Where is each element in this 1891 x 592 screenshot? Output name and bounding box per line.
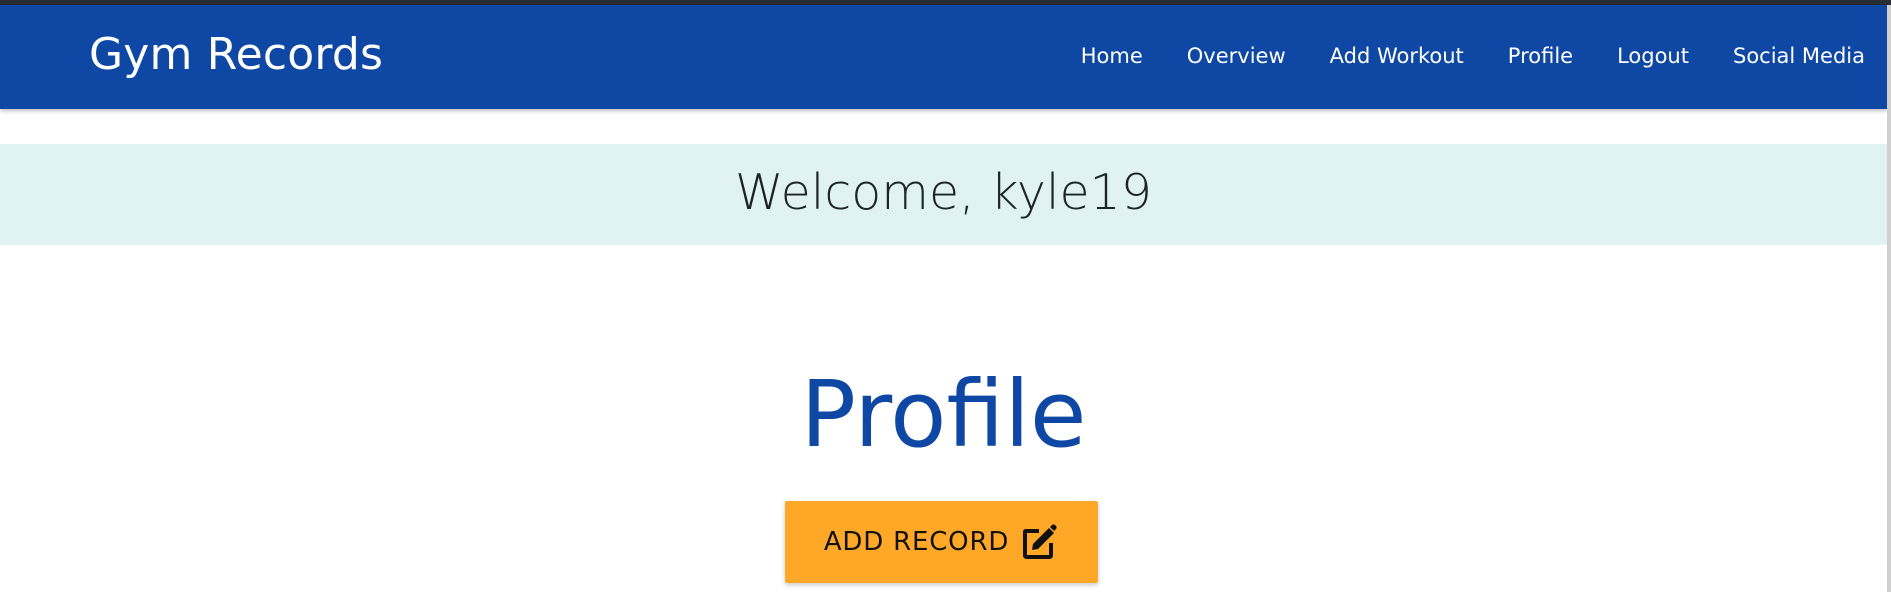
page-title: Profile (800, 361, 1087, 468)
page: Gym Records Home Overview Add Workout Pr… (0, 0, 1891, 592)
nav-links: Home Overview Add Workout Profile Logout… (1081, 41, 1865, 71)
nav-link-profile[interactable]: Profile (1508, 41, 1573, 71)
navbar: Gym Records Home Overview Add Workout Pr… (0, 5, 1887, 109)
edit-icon (1019, 522, 1059, 562)
welcome-message: Welcome, kyle19 (734, 164, 1153, 221)
nav-link-overview[interactable]: Overview (1187, 41, 1286, 71)
add-record-label: ADD RECORD (823, 527, 1010, 557)
add-record-button[interactable]: ADD RECORD (785, 501, 1098, 583)
brand-logo-text[interactable]: Gym Records (89, 27, 383, 83)
nav-link-logout[interactable]: Logout (1617, 41, 1689, 71)
nav-link-home[interactable]: Home (1081, 41, 1143, 71)
scrollbar-edge (1887, 5, 1891, 592)
welcome-banner: Welcome, kyle19 (0, 144, 1887, 245)
nav-link-social-media[interactable]: Social Media (1733, 41, 1865, 71)
nav-link-add-workout[interactable]: Add Workout (1330, 41, 1464, 71)
